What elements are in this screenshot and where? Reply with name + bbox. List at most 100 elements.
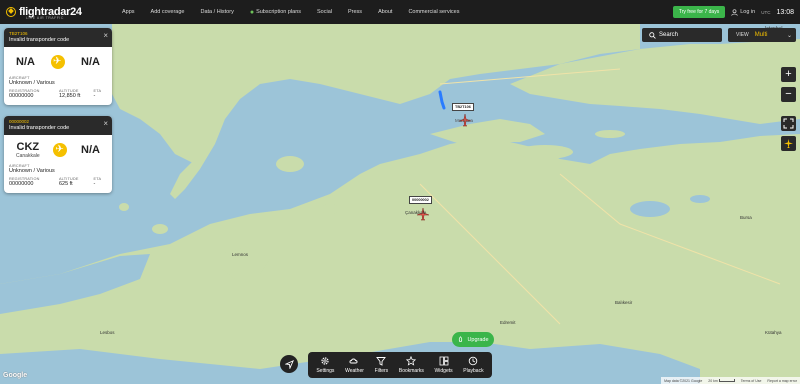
card-details: AIRCRAFT Unknown / Various REGISTRATION …	[4, 74, 112, 105]
try-free-button[interactable]: Try free for 7 days	[672, 6, 726, 18]
scale-label: 20 km	[708, 378, 718, 383]
map-label-bursa: Bursa	[740, 215, 752, 220]
login-link[interactable]: Log in	[731, 8, 756, 16]
map-layers-button[interactable]	[781, 136, 796, 151]
destination-code: N/A	[81, 56, 100, 68]
close-icon[interactable]: ×	[103, 32, 108, 40]
airport-layer-icon	[784, 139, 793, 148]
card-route: N/A N/A	[4, 47, 112, 74]
map-label-lesbos: Lesbos	[100, 330, 115, 335]
nav-about[interactable]: About	[370, 9, 400, 15]
top-navigation-bar: flightradar24 LIVE AIR TRAFFIC Apps Add …	[0, 0, 800, 24]
nav-add-coverage[interactable]: Add coverage	[143, 9, 193, 15]
airplane-icon	[51, 55, 65, 69]
map-label-kutahya: Kütahya	[765, 330, 782, 335]
weather-button[interactable]: Weather	[345, 356, 364, 374]
settings-label: Settings	[316, 368, 335, 374]
card-details: AIRCRAFT Unknown / Various REGISTRATION …	[4, 162, 112, 193]
zoom-out-button[interactable]: −	[781, 87, 796, 102]
view-selected: Multi	[754, 32, 768, 38]
card-header: TB2T106 Invalid transponder code ×	[4, 28, 112, 47]
location-arrow-icon	[284, 359, 294, 369]
bottom-toolbar: Settings Weather Filters Bookmarks Widge…	[308, 352, 492, 378]
weather-label: Weather	[345, 368, 364, 374]
logo-tagline: LIVE AIR TRAFFIC	[26, 16, 64, 20]
widgets-button[interactable]: Widgets	[435, 356, 453, 374]
my-location-button[interactable]	[280, 355, 298, 373]
zoom-in-button[interactable]: +	[781, 67, 796, 82]
playback-label: Playback	[463, 368, 484, 374]
filters-button[interactable]: Filters	[374, 356, 389, 374]
map-background	[0, 24, 800, 384]
nav-subscription-plans[interactable]: ● Subscription plans	[242, 9, 309, 16]
origin-code: N/A	[16, 56, 35, 68]
nav-commercial-services[interactable]: Commercial services	[400, 9, 467, 15]
fullscreen-button[interactable]	[781, 116, 796, 131]
google-logo: Google	[3, 372, 28, 379]
utc-clock: 13:08	[776, 8, 794, 16]
card-route: CKZ Canakkale N/A	[4, 135, 112, 162]
destination-code: N/A	[81, 144, 100, 156]
radar-icon	[6, 7, 16, 17]
map-label-lemnos: Lemnos	[232, 252, 249, 257]
top-right-controls: Try free for 7 days Log in UTC 13:08	[672, 0, 794, 24]
widgets-label: Widgets	[434, 368, 453, 374]
origin-code: CKZ	[16, 141, 40, 153]
view-mode-selector[interactable]: VIEW Multi ⌄	[728, 28, 796, 42]
bookmarks-label: Bookmarks	[398, 368, 424, 374]
airplane-icon	[53, 143, 68, 157]
utc-label: UTC	[761, 9, 771, 15]
history-clock-icon	[468, 356, 478, 366]
weather-icon	[349, 356, 359, 366]
flightradar24-logo[interactable]: flightradar24 LIVE AIR TRAFFIC	[6, 0, 102, 24]
flight-info-card[interactable]: TB2T106 Invalid transponder code × N/A N…	[4, 28, 112, 105]
card-header: 00000002 Invalid transponder code ×	[4, 116, 112, 135]
upgrade-button[interactable]: Upgrade	[452, 332, 494, 347]
chevron-down-icon: ⌄	[786, 32, 792, 39]
altitude-value: 625 ft	[58, 181, 73, 187]
report-error-link[interactable]: Report a map error	[767, 379, 797, 383]
playback-button[interactable]: Playback	[463, 356, 484, 374]
nav-social[interactable]: Social	[309, 9, 340, 15]
search-field[interactable]: Search	[642, 28, 722, 42]
filter-icon	[376, 356, 387, 366]
origin-airport[interactable]: N/A	[16, 56, 35, 68]
search-label: Search	[659, 32, 679, 38]
scale-bar	[718, 378, 735, 382]
flight-map[interactable]	[0, 24, 800, 384]
eta-value: -	[93, 181, 96, 187]
filters-label: Filters	[374, 368, 389, 374]
login-label: Log in	[740, 9, 756, 15]
close-icon[interactable]: ×	[103, 120, 108, 128]
card-title: Invalid transponder code	[9, 125, 70, 131]
bookmarks-button[interactable]: Bookmarks	[399, 356, 424, 374]
map-label-canakkale: Çanakkale	[405, 210, 427, 215]
view-label: VIEW	[736, 32, 749, 38]
flight-info-card[interactable]: 00000002 Invalid transponder code × CKZ …	[4, 116, 112, 193]
origin-airport[interactable]: CKZ Canakkale	[16, 141, 40, 159]
terms-link[interactable]: Terms of Use	[741, 379, 762, 383]
nav-press[interactable]: Press	[340, 9, 370, 15]
settings-button[interactable]: Settings	[316, 356, 334, 374]
destination-airport[interactable]: N/A	[81, 144, 100, 156]
search-icon	[649, 31, 656, 39]
gear-icon	[320, 356, 330, 366]
card-title: Invalid transponder code	[9, 37, 70, 43]
registration-value: 00000000	[9, 93, 34, 99]
destination-airport[interactable]: N/A	[81, 56, 100, 68]
map-label-edremit: Edremit	[500, 320, 516, 325]
map-attribution: Map data ©2021 Google 20 km Terms of Use…	[661, 377, 800, 384]
registration-value: 00000000	[9, 181, 34, 187]
plane-label-tb2t106[interactable]: TB2T106	[452, 103, 474, 111]
rocket-icon	[459, 336, 463, 342]
star-icon	[406, 356, 417, 366]
plane-label-00000002[interactable]: 00000002	[409, 196, 432, 204]
widgets-icon	[439, 356, 449, 366]
map-label-balikesir: Balıkesir	[615, 300, 633, 305]
aircraft-value: Unknown / Various	[9, 168, 55, 174]
nav-apps[interactable]: Apps	[114, 9, 143, 15]
map-data-copyright: Map data ©2021 Google	[664, 378, 703, 383]
eta-value: -	[93, 93, 96, 99]
plus-icon: +	[785, 68, 792, 80]
nav-data-history[interactable]: Data / History	[193, 9, 242, 15]
